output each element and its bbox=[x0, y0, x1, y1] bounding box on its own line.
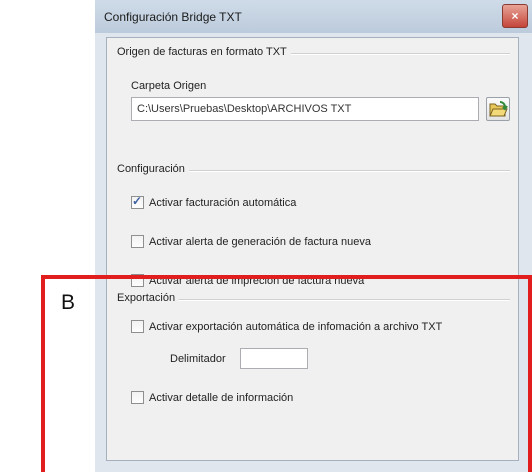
title-bar: Configuración Bridge TXT × bbox=[95, 0, 532, 33]
alerta-generacion-option[interactable]: Activar alerta de generación de factura … bbox=[131, 235, 371, 248]
origen-group-legend: Origen de facturas en formato TXT bbox=[117, 46, 291, 58]
alerta-generacion-checkbox[interactable] bbox=[131, 235, 144, 248]
carpeta-origen-label: Carpeta Origen bbox=[131, 80, 207, 92]
close-button[interactable]: × bbox=[502, 4, 528, 28]
origen-group: Origen de facturas en formato TXT Carpet… bbox=[117, 46, 510, 146]
facturacion-automatica-option[interactable]: ✓ Activar facturación automática bbox=[131, 194, 297, 209]
close-icon: × bbox=[511, 9, 519, 23]
window-title: Configuración Bridge TXT bbox=[104, 10, 242, 24]
alerta-generacion-label: Activar alerta de generación de factura … bbox=[149, 235, 371, 248]
annotation-label: B bbox=[61, 291, 76, 314]
facturacion-automatica-label: Activar facturación automática bbox=[149, 196, 297, 209]
browse-folder-button[interactable] bbox=[486, 97, 510, 121]
annotation-highlight-box bbox=[41, 275, 532, 472]
checkmark-icon: ✓ bbox=[132, 194, 143, 208]
configuracion-group-legend: Configuración bbox=[117, 163, 189, 175]
carpeta-origen-field[interactable]: C:\Users\Pruebas\Desktop\ARCHIVOS TXT bbox=[131, 97, 479, 121]
facturacion-automatica-checkbox[interactable]: ✓ bbox=[131, 194, 144, 209]
folder-open-icon bbox=[489, 101, 508, 117]
